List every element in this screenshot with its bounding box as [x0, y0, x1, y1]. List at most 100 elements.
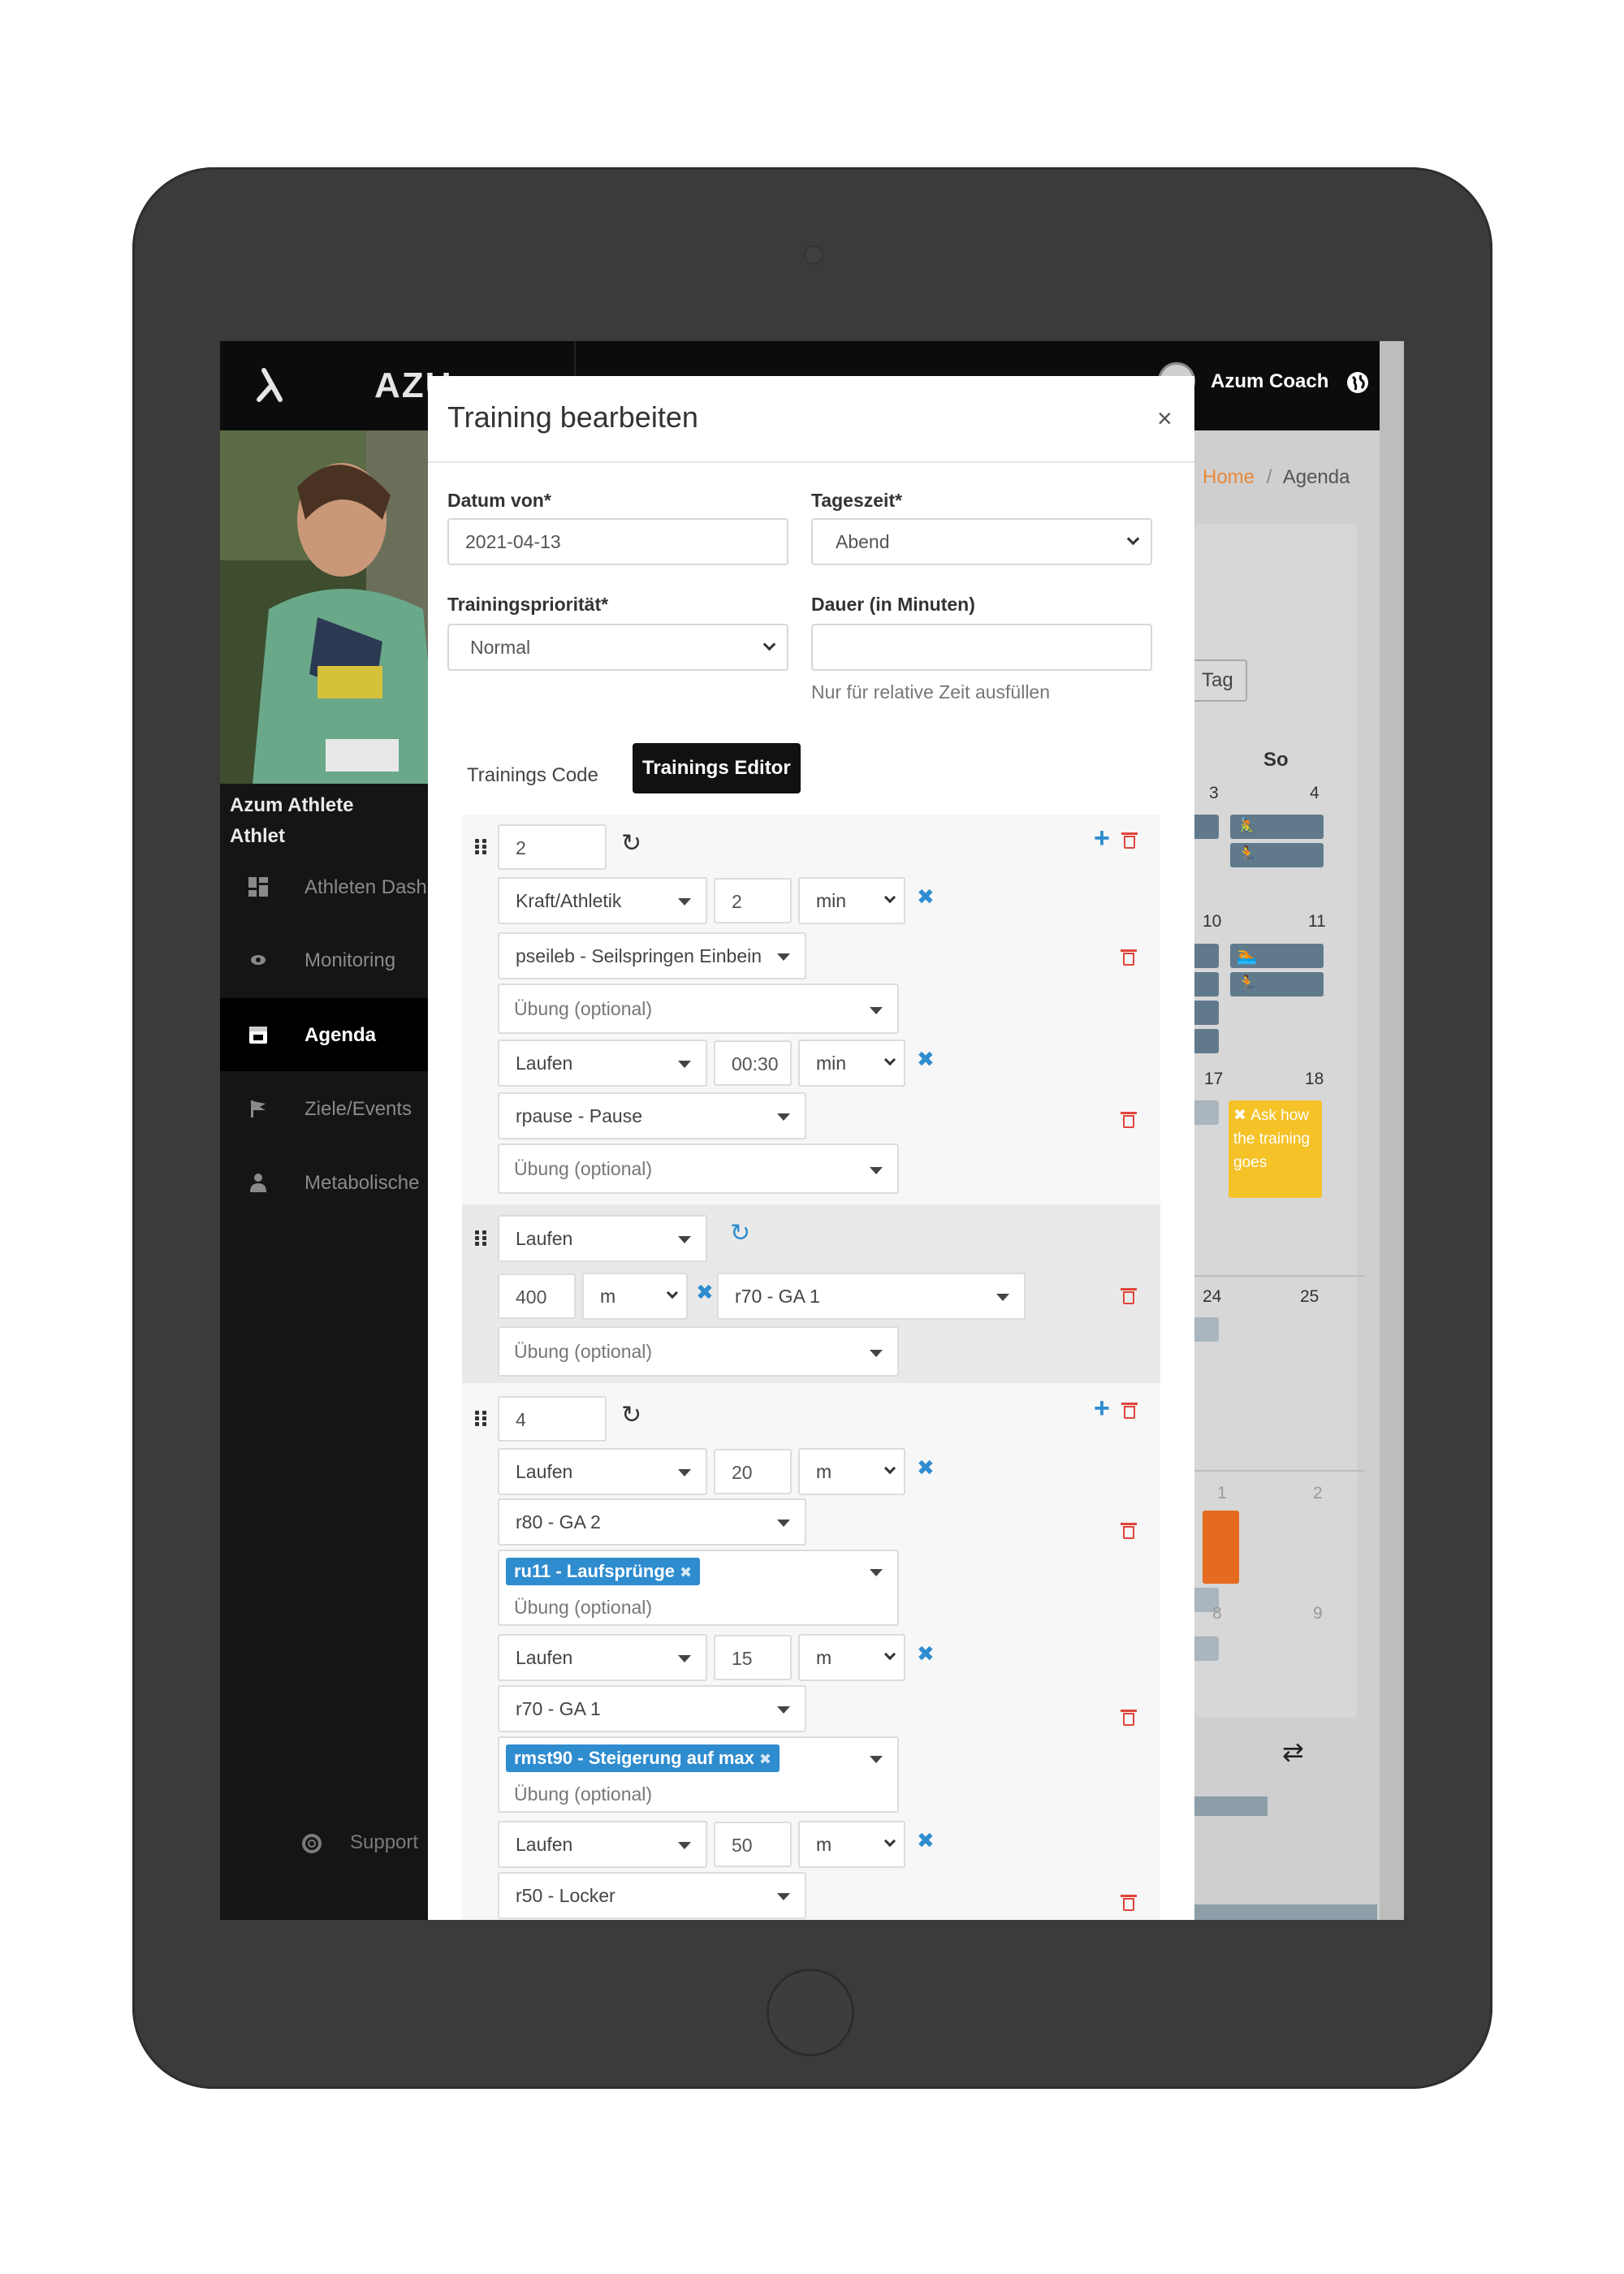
- add-step-icon[interactable]: +: [1094, 1393, 1110, 1424]
- daytime-value: Abend: [836, 531, 890, 552]
- add-step-icon[interactable]: +: [1094, 823, 1110, 854]
- exercise-tag[interactable]: rmst90 - Steigerung auf max ✖: [506, 1744, 780, 1772]
- optional-placeholder: Übung (optional): [514, 1597, 653, 1618]
- calendar-event[interactable]: [1190, 815, 1219, 839]
- trash-icon[interactable]: [1121, 1403, 1138, 1419]
- sport-select[interactable]: Laufen: [498, 1215, 707, 1262]
- trash-icon[interactable]: [1121, 949, 1137, 966]
- remove-row-icon[interactable]: ✖: [917, 1047, 935, 1072]
- sport-select[interactable]: Kraft/Athletik: [498, 877, 707, 924]
- sidebar-item-ziele-events[interactable]: Ziele/Events: [220, 1072, 464, 1145]
- optional-exercise-select[interactable]: ru11 - Laufsprünge ✖ Übung (optional): [498, 1550, 899, 1626]
- duration-field[interactable]: [811, 624, 1152, 671]
- amount-input[interactable]: 50: [714, 1822, 792, 1867]
- unit-select[interactable]: min: [798, 1040, 905, 1087]
- sport-value: Laufen: [516, 1228, 573, 1249]
- unit-select[interactable]: m: [798, 1821, 905, 1868]
- calendar-event[interactable]: [1190, 1029, 1219, 1053]
- unit-value: m: [600, 1286, 616, 1307]
- trash-icon[interactable]: [1121, 1112, 1137, 1128]
- remove-row-icon[interactable]: ✖: [696, 1280, 714, 1305]
- remove-row-icon[interactable]: ✖: [917, 1455, 935, 1481]
- remove-tag-icon[interactable]: ✖: [680, 1564, 692, 1580]
- remove-row-icon[interactable]: ✖: [917, 884, 935, 910]
- sidebar-item-agenda[interactable]: Agenda: [220, 998, 464, 1071]
- exercise-select[interactable]: r80 - GA 2: [498, 1498, 806, 1546]
- globe-icon[interactable]: [1345, 370, 1370, 395]
- drag-handle-icon[interactable]: [473, 1409, 491, 1427]
- sidebar-item-monitoring[interactable]: Monitoring: [220, 923, 464, 996]
- unit-select[interactable]: m: [582, 1273, 688, 1320]
- remove-row-icon[interactable]: ✖: [917, 1828, 935, 1853]
- amount-input[interactable]: 15: [714, 1635, 792, 1680]
- priority-select[interactable]: Normal: [447, 624, 788, 671]
- optional-exercise-select[interactable]: rmst90 - Steigerung auf max ✖ Übung (opti…: [498, 1736, 899, 1813]
- support-link[interactable]: Support: [301, 1831, 418, 1854]
- sidebar-item-athleten-dashboard[interactable]: Athleten Dashboard: [220, 850, 477, 923]
- optional-exercise-select[interactable]: Übung (optional): [498, 1326, 899, 1377]
- home-button[interactable]: [767, 1969, 854, 2056]
- repeat-count-input[interactable]: 2: [498, 824, 607, 870]
- optional-exercise-select[interactable]: Übung (optional): [498, 984, 899, 1034]
- amount-input[interactable]: 20: [714, 1449, 792, 1494]
- refresh-icon[interactable]: ↻: [730, 1219, 750, 1247]
- calendar-event[interactable]: [1190, 1317, 1219, 1342]
- trash-icon[interactable]: [1121, 1288, 1137, 1304]
- drag-handle-icon[interactable]: [473, 1229, 491, 1247]
- amount-input[interactable]: 400: [498, 1273, 576, 1319]
- calendar-event[interactable]: 🏊: [1230, 944, 1324, 968]
- date-from-field[interactable]: 2021-04-13: [447, 518, 788, 565]
- exercise-select[interactable]: rpause - Pause: [498, 1092, 806, 1139]
- exercise-select[interactable]: r70 - GA 1: [717, 1273, 1026, 1320]
- exercise-tag[interactable]: ru11 - Laufsprünge ✖: [506, 1558, 701, 1585]
- remove-tag-icon[interactable]: ✖: [759, 1751, 771, 1767]
- support-label: Support: [350, 1831, 419, 1853]
- sport-select[interactable]: Laufen: [498, 1634, 707, 1681]
- drag-handle-icon[interactable]: [473, 837, 491, 855]
- swap-icon[interactable]: ⇄: [1282, 1736, 1304, 1767]
- refresh-icon[interactable]: ↻: [621, 829, 641, 858]
- exercise-select[interactable]: r70 - GA 1: [498, 1685, 806, 1732]
- calendar-event[interactable]: [1190, 1001, 1219, 1025]
- calendar-event[interactable]: [1190, 944, 1219, 968]
- close-icon[interactable]: ×: [1157, 404, 1173, 434]
- refresh-icon[interactable]: ↻: [621, 1401, 641, 1429]
- unit-select[interactable]: m: [798, 1634, 905, 1681]
- breadcrumb-home[interactable]: Home: [1203, 466, 1255, 488]
- sport-select[interactable]: Laufen: [498, 1448, 707, 1495]
- caret-down-icon: [777, 1893, 790, 1900]
- amount-input[interactable]: 2: [714, 878, 792, 923]
- calendar-event[interactable]: [1190, 1636, 1219, 1661]
- optional-exercise-select[interactable]: Übung (optional): [498, 1143, 899, 1194]
- exercise-select[interactable]: r50 - Locker: [498, 1872, 806, 1919]
- daytime-select[interactable]: Abend: [811, 518, 1152, 565]
- trash-icon[interactable]: [1121, 1895, 1137, 1911]
- trash-icon[interactable]: [1121, 1710, 1137, 1726]
- unit-select[interactable]: min: [798, 877, 905, 924]
- amount-input[interactable]: 00:30: [714, 1040, 792, 1086]
- trash-icon[interactable]: [1121, 832, 1138, 849]
- calendar-event[interactable]: 🏃: [1230, 972, 1324, 996]
- user-name[interactable]: Azum Coach: [1211, 370, 1328, 393]
- tab-trainings-code[interactable]: Trainings Code: [451, 750, 615, 798]
- calendar-event[interactable]: 🚴: [1230, 815, 1324, 839]
- summary-bar: [1190, 1796, 1268, 1816]
- priority-label: Trainingspriorität*: [447, 594, 609, 615]
- calendar-event-reminder[interactable]: ✖ Ask how the training goes: [1229, 1100, 1322, 1198]
- exercise-select[interactable]: pseileb - Seilspringen Einbein: [498, 932, 806, 979]
- sidebar-item-metabolische[interactable]: Metabolische: [220, 1146, 464, 1219]
- day-view-button[interactable]: Tag: [1190, 659, 1247, 702]
- logo-icon[interactable]: [253, 365, 292, 404]
- remove-row-icon[interactable]: ✖: [917, 1641, 935, 1667]
- trash-icon[interactable]: [1121, 1523, 1137, 1539]
- sport-select[interactable]: Laufen: [498, 1040, 707, 1087]
- calendar-event[interactable]: [1203, 1511, 1239, 1584]
- calendar-event[interactable]: [1190, 1100, 1219, 1125]
- page-scrollbar[interactable]: [1380, 341, 1404, 1920]
- tab-trainings-editor[interactable]: Trainings Editor: [633, 743, 801, 793]
- calendar-event[interactable]: 🏃: [1230, 843, 1324, 867]
- unit-select[interactable]: m: [798, 1448, 905, 1495]
- repeat-count-input[interactable]: 4: [498, 1396, 607, 1442]
- calendar-event[interactable]: [1190, 972, 1219, 996]
- sport-select[interactable]: Laufen: [498, 1821, 707, 1868]
